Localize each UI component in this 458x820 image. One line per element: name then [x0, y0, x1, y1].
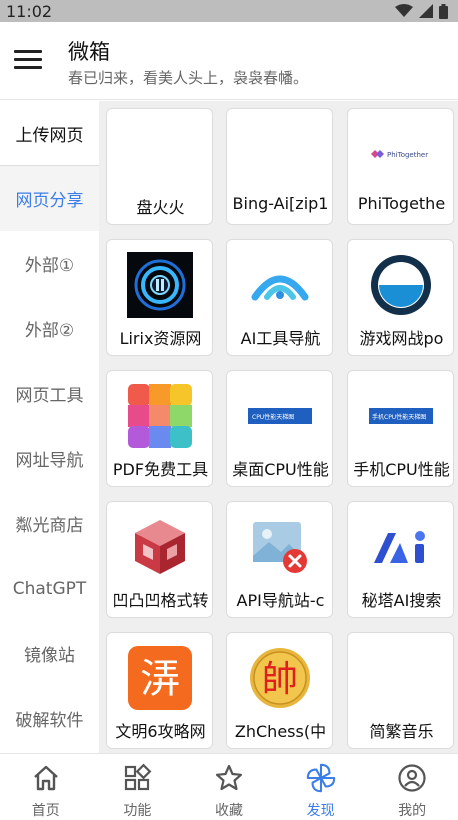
menu-button[interactable] [14, 50, 42, 72]
cpu-banner-text: CPU性能天梯图 [252, 413, 294, 421]
link-card[interactable]: PDF免费工具 [106, 370, 213, 487]
link-card[interactable]: CPU性能天梯图 桌面CPU性能 [226, 370, 333, 487]
sidebar-item-external-2[interactable]: 外部② [0, 296, 99, 361]
pinwheel-icon [305, 762, 337, 794]
sidebar-item-store[interactable]: 粼光商店 [0, 491, 99, 556]
status-icons [395, 3, 448, 19]
category-sidebar: 上传网页 网页分享 外部① 外部② 网页工具 网址导航 粼光商店 ChatGPT… [0, 101, 99, 753]
wifi-icon [395, 4, 413, 17]
star-icon [213, 762, 245, 794]
sidebar-item-label: 网页工具 [15, 386, 84, 406]
civ-logo-text: 㳥 [140, 656, 180, 702]
sidebar-item-share[interactable]: 网页分享 [0, 166, 99, 231]
nav-item-favorites[interactable]: 收藏 [183, 754, 275, 820]
nav-label: 功能 [123, 803, 152, 819]
card-label: 游戏网战po [359, 329, 444, 348]
sidebar-item-label: 外部② [24, 321, 75, 341]
link-card[interactable]: PhiTogether PhiTogethe [347, 108, 454, 225]
cpu-banner-text: 手机CPU性能天梯图 [372, 413, 426, 421]
sidebar-item-label: ChatGPT [12, 578, 87, 599]
grid-icon [121, 762, 153, 794]
link-card[interactable]: 简繁音乐 [347, 632, 454, 749]
card-label: AI工具导航 [240, 329, 321, 348]
card-label: Lirix资源网 [119, 329, 202, 348]
card-label: API导航站-c [236, 591, 325, 610]
link-card[interactable]: 秘塔AI搜索 [347, 501, 454, 618]
card-label: ZhChess(中 [234, 722, 327, 741]
link-card[interactable]: API导航站-c [226, 501, 333, 618]
nav-item-profile[interactable]: 我的 [366, 754, 458, 820]
blank-icon [247, 121, 313, 187]
nav-label: 我的 [398, 803, 427, 819]
link-card[interactable]: 盘火火 [106, 108, 213, 225]
card-label: 秘塔AI搜索 [361, 591, 442, 610]
link-card[interactable]: 㳥 文明6攻略网 [106, 632, 213, 749]
metaso-logo-icon [368, 514, 434, 580]
sidebar-item-label: 网址导航 [15, 451, 84, 471]
sidebar-item-label: 网页分享 [15, 191, 84, 211]
sidebar-item-label: 上传网页 [15, 125, 84, 146]
chess-logo-icon: 帥 [247, 645, 313, 711]
link-card[interactable]: Bing-Ai[zip1 [226, 108, 333, 225]
blank-icon [368, 645, 434, 711]
link-card[interactable]: 凹凸凹格式转 [106, 501, 213, 618]
link-card-grid: 盘火火 Bing-Ai[zip1 PhiTogether PhiTogethe [99, 101, 458, 753]
sidebar-item-mirror[interactable]: 镜像站 [0, 621, 99, 686]
home-icon [30, 762, 62, 794]
ai-nav-logo-icon [247, 252, 313, 318]
link-card[interactable]: 手机CPU性能天梯图 手机CPU性能 [347, 370, 454, 487]
card-label: 凹凸凹格式转 [112, 591, 209, 610]
phitogether-logo-icon: PhiTogether [368, 121, 434, 187]
signal-icon [419, 4, 433, 18]
cpu-banner-icon: 手机CPU性能天梯图 [368, 383, 434, 449]
app-title: 微箱 [68, 40, 110, 64]
nav-label: 收藏 [214, 803, 243, 819]
card-label: Bing-Ai[zip1 [232, 194, 329, 213]
bottom-navigation: 首页 功能 收藏 发现 我的 [0, 753, 458, 820]
cube-logo-icon [127, 514, 193, 580]
cpu-banner-icon: CPU性能天梯图 [247, 383, 313, 449]
nav-item-discover[interactable]: 发现 [275, 754, 367, 820]
sidebar-item-upload[interactable]: 上传网页 [0, 101, 99, 166]
nav-item-functions[interactable]: 功能 [92, 754, 184, 820]
battery-icon [439, 3, 448, 19]
chess-logo-text: 帥 [261, 659, 297, 700]
nav-label: 首页 [31, 803, 60, 819]
sidebar-item-label: 粼光商店 [15, 516, 84, 536]
nav-item-home[interactable]: 首页 [0, 754, 92, 820]
card-label: PhiTogethe [357, 194, 446, 213]
profile-icon [396, 762, 428, 794]
status-time: 11:02 [6, 1, 53, 21]
status-bar: 11:02 [0, 0, 458, 22]
menu-icon [14, 50, 42, 53]
sidebar-item-web-tools[interactable]: 网页工具 [0, 361, 99, 426]
broken-image-icon [247, 514, 313, 580]
phitogether-logo-text: PhiTogether [387, 151, 428, 159]
link-card[interactable]: 帥 ZhChess(中 [226, 632, 333, 749]
card-label: 文明6攻略网 [115, 722, 206, 741]
sidebar-item-label: 外部① [24, 256, 75, 276]
card-label: 桌面CPU性能 [232, 460, 329, 479]
card-label: 盘火火 [136, 198, 185, 217]
sidebar-item-label: 破解软件 [15, 711, 84, 731]
game-logo-icon [368, 252, 434, 318]
blank-icon [127, 121, 193, 187]
sidebar-item-url-nav[interactable]: 网址导航 [0, 426, 99, 491]
app-header: 微箱 春已归来，看美人头上，袅袅春幡。 [0, 22, 458, 100]
sidebar-item-chatgpt[interactable]: ChatGPT [0, 556, 99, 621]
pdf-grid-logo-icon [127, 383, 193, 449]
link-card[interactable]: Lirix资源网 [106, 239, 213, 356]
link-card[interactable]: AI工具导航 [226, 239, 333, 356]
sidebar-item-label: 镜像站 [24, 646, 75, 666]
sidebar-item-external-1[interactable]: 外部① [0, 231, 99, 296]
civ-logo-icon: 㳥 [127, 645, 193, 711]
app-subtitle: 春已归来，看美人头上，袅袅春幡。 [68, 69, 309, 87]
lirix-logo-icon [126, 252, 193, 318]
card-label: 手机CPU性能 [353, 460, 450, 479]
card-label: PDF免费工具 [112, 460, 209, 479]
nav-label: 发现 [306, 803, 335, 819]
sidebar-item-cracked[interactable]: 破解软件 [0, 686, 99, 751]
card-label: 简繁音乐 [369, 722, 434, 741]
link-card[interactable]: 游戏网战po [347, 239, 454, 356]
